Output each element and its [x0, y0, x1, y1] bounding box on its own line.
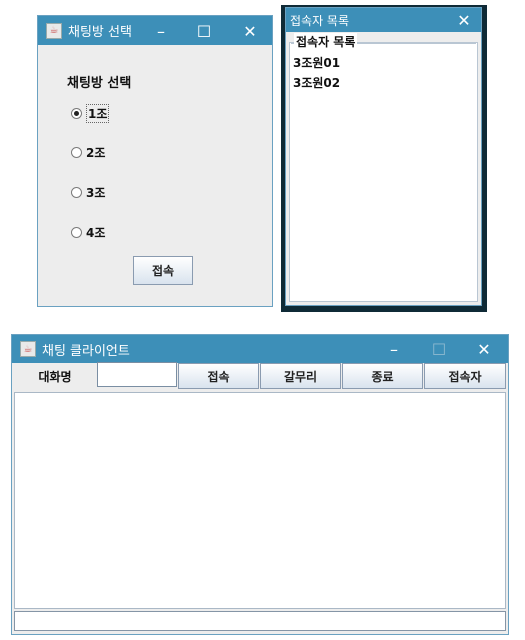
minimize-icon[interactable]: – — [374, 335, 414, 363]
window-title: 채팅 클라이언트 — [42, 343, 130, 359]
radio-button[interactable] — [71, 147, 82, 158]
window-title: 접속자 목록 — [290, 13, 350, 28]
exit-button[interactable]: 종료 — [342, 363, 423, 389]
save-log-button[interactable]: 갈무리 — [260, 363, 341, 389]
room-option-label: 4조 — [86, 226, 106, 240]
user-list-titlebar[interactable]: 접속자 목록 ✕ — [286, 8, 481, 32]
nickname-label: 대화명 — [38, 370, 72, 384]
nickname-input[interactable] — [97, 362, 177, 387]
user-list-item[interactable]: 3조원01 — [293, 54, 340, 71]
message-input[interactable] — [14, 611, 506, 631]
java-app-icon: ☕ — [46, 22, 62, 39]
room-select-window: ☕ 채팅방 선택 – ☐ ✕ 채팅방 선택 1조 2조 3조 4조 접속 — [37, 15, 273, 307]
room-option-label: 3조 — [86, 186, 106, 200]
window-title: 채팅방 선택 — [68, 25, 132, 40]
chat-client-titlebar[interactable]: ☕ 채팅 클라이언트 – ☐ ✕ — [12, 335, 508, 363]
minimize-icon[interactable]: – — [141, 16, 181, 46]
room-option-label: 1조 — [86, 104, 110, 123]
chat-client-window: ☕ 채팅 클라이언트 – ☐ ✕ 대화명 접속 갈무리 종료 접속자 — [11, 334, 509, 635]
room-option-2[interactable]: 2조 — [71, 144, 105, 161]
connect-button[interactable]: 접속 — [133, 256, 193, 285]
user-list-button[interactable]: 접속자 — [424, 363, 506, 389]
room-option-3[interactable]: 3조 — [71, 184, 105, 201]
java-app-icon: ☕ — [20, 341, 36, 357]
chat-message-area[interactable] — [14, 392, 506, 609]
radio-button-selected[interactable] — [71, 108, 82, 119]
close-icon[interactable]: ✕ — [464, 335, 504, 363]
room-select-heading: 채팅방 선택 — [67, 76, 132, 91]
radio-button[interactable] — [71, 227, 82, 238]
room-option-1[interactable]: 1조 — [71, 104, 110, 123]
room-option-label: 2조 — [86, 146, 106, 160]
room-option-4[interactable]: 4조 — [71, 224, 105, 241]
user-list-window: 접속자 목록 ✕ 접속자 목록 3조원01 3조원02 — [285, 7, 482, 306]
room-select-titlebar[interactable]: ☕ 채팅방 선택 – ☐ ✕ — [38, 16, 272, 45]
user-list-item[interactable]: 3조원02 — [293, 74, 340, 91]
maximize-icon: ☐ — [431, 339, 447, 359]
maximize-icon[interactable]: ☐ — [184, 16, 224, 46]
close-icon[interactable]: ✕ — [444, 8, 484, 32]
radio-button[interactable] — [71, 187, 82, 198]
connect-button[interactable]: 접속 — [178, 363, 259, 389]
user-list-group-title: 접속자 목록 — [294, 33, 358, 50]
close-icon[interactable]: ✕ — [230, 16, 270, 46]
